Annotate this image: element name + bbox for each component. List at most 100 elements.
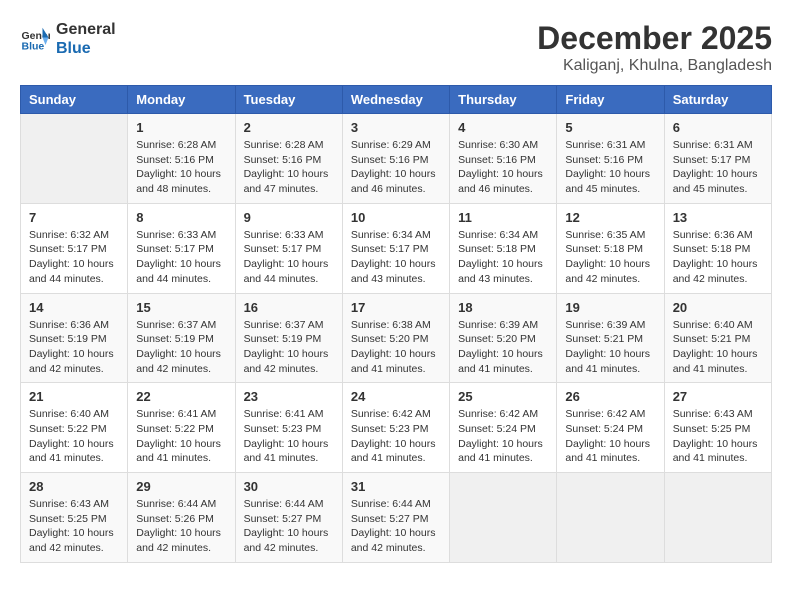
day-info: Sunrise: 6:43 AMSunset: 5:25 PMDaylight:… [29,497,119,556]
header-monday: Monday [128,86,235,114]
day-number: 2 [244,120,334,135]
day-info: Sunrise: 6:34 AMSunset: 5:17 PMDaylight:… [351,228,441,287]
day-info: Sunrise: 6:29 AMSunset: 5:16 PMDaylight:… [351,138,441,197]
day-cell: 27 Sunrise: 6:43 AMSunset: 5:25 PMDayligh… [664,383,771,473]
day-cell: 2 Sunrise: 6:28 AMSunset: 5:16 PMDaylight… [235,114,342,204]
day-cell: 1 Sunrise: 6:28 AMSunset: 5:16 PMDaylight… [128,114,235,204]
header-row: SundayMondayTuesdayWednesdayThursdayFrid… [21,86,772,114]
day-number: 6 [673,120,763,135]
day-info: Sunrise: 6:37 AMSunset: 5:19 PMDaylight:… [244,318,334,377]
day-number: 12 [565,210,655,225]
day-cell: 13Sunrise: 6:36 AMSunset: 5:18 PMDayligh… [664,203,771,293]
day-info: Sunrise: 6:39 AMSunset: 5:20 PMDaylight:… [458,318,548,377]
day-info: Sunrise: 6:28 AMSunset: 5:16 PMDaylight:… [244,138,334,197]
day-info: Sunrise: 6:42 AMSunset: 5:23 PMDaylight:… [351,407,441,466]
location-title: Kaliganj, Khulna, Bangladesh [537,57,772,75]
day-cell [664,473,771,563]
day-number: 10 [351,210,441,225]
day-number: 7 [29,210,119,225]
calendar-header: SundayMondayTuesdayWednesdayThursdayFrid… [21,86,772,114]
day-cell: 11 Sunrise: 6:34 AMSunset: 5:18 PMDayligh… [450,203,557,293]
day-cell: 9Sunrise: 6:33 AMSunset: 5:17 PMDaylight… [235,203,342,293]
day-number: 14 [29,300,119,315]
day-info: Sunrise: 6:35 AMSunset: 5:18 PMDaylight:… [565,228,655,287]
day-cell: 19 Sunrise: 6:39 AMSunset: 5:21 PMDayligh… [557,293,664,383]
day-number: 8 [136,210,226,225]
logo: General Blue General Blue [20,20,116,58]
week-row-3: 14 Sunrise: 6:36 AMSunset: 5:19 PMDayligh… [21,293,772,383]
day-number: 20 [673,300,763,315]
day-cell: 30Sunrise: 6:44 AMSunset: 5:27 PMDayligh… [235,473,342,563]
day-info: Sunrise: 6:31 AMSunset: 5:16 PMDaylight:… [565,138,655,197]
day-number: 13 [673,210,763,225]
day-number: 29 [136,479,226,494]
day-cell: 28Sunrise: 6:43 AMSunset: 5:25 PMDayligh… [21,473,128,563]
day-info: Sunrise: 6:32 AMSunset: 5:17 PMDaylight:… [29,228,119,287]
day-cell: 6 Sunrise: 6:31 AMSunset: 5:17 PMDaylight… [664,114,771,204]
day-info: Sunrise: 6:44 AMSunset: 5:27 PMDaylight:… [244,497,334,556]
day-info: Sunrise: 6:39 AMSunset: 5:21 PMDaylight:… [565,318,655,377]
day-number: 1 [136,120,226,135]
day-info: Sunrise: 6:44 AMSunset: 5:27 PMDaylight:… [351,497,441,556]
day-cell [21,114,128,204]
header-wednesday: Wednesday [342,86,449,114]
day-number: 22 [136,389,226,404]
logo-icon: General Blue [20,24,50,54]
day-cell: 5Sunrise: 6:31 AMSunset: 5:16 PMDaylight… [557,114,664,204]
day-number: 21 [29,389,119,404]
day-number: 27 [673,389,763,404]
day-number: 4 [458,120,548,135]
day-number: 15 [136,300,226,315]
header-friday: Friday [557,86,664,114]
day-info: Sunrise: 6:28 AMSunset: 5:16 PMDaylight:… [136,138,226,197]
day-info: Sunrise: 6:31 AMSunset: 5:17 PMDaylight:… [673,138,763,197]
day-cell: 24 Sunrise: 6:42 AMSunset: 5:23 PMDayligh… [342,383,449,473]
calendar-table: SundayMondayTuesdayWednesdayThursdayFrid… [20,85,772,563]
day-info: Sunrise: 6:40 AMSunset: 5:22 PMDaylight:… [29,407,119,466]
day-info: Sunrise: 6:36 AMSunset: 5:19 PMDaylight:… [29,318,119,377]
day-number: 24 [351,389,441,404]
day-cell: 26Sunrise: 6:42 AMSunset: 5:24 PMDayligh… [557,383,664,473]
day-cell: 23 Sunrise: 6:41 AMSunset: 5:23 PMDayligh… [235,383,342,473]
day-number: 17 [351,300,441,315]
day-cell: 18 Sunrise: 6:39 AMSunset: 5:20 PMDayligh… [450,293,557,383]
day-number: 25 [458,389,548,404]
day-number: 23 [244,389,334,404]
day-cell: 29 Sunrise: 6:44 AMSunset: 5:26 PMDayligh… [128,473,235,563]
day-cell: 21 Sunrise: 6:40 AMSunset: 5:22 PMDayligh… [21,383,128,473]
day-cell: 7 Sunrise: 6:32 AMSunset: 5:17 PMDaylight… [21,203,128,293]
day-cell: 14 Sunrise: 6:36 AMSunset: 5:19 PMDayligh… [21,293,128,383]
day-cell: 3Sunrise: 6:29 AMSunset: 5:16 PMDaylight… [342,114,449,204]
day-info: Sunrise: 6:41 AMSunset: 5:23 PMDaylight:… [244,407,334,466]
month-title: December 2025 [537,20,772,57]
day-cell: 15Sunrise: 6:37 AMSunset: 5:19 PMDayligh… [128,293,235,383]
day-number: 19 [565,300,655,315]
day-number: 31 [351,479,441,494]
day-cell: 20Sunrise: 6:40 AMSunset: 5:21 PMDayligh… [664,293,771,383]
day-cell: 31 Sunrise: 6:44 AMSunset: 5:27 PMDayligh… [342,473,449,563]
day-number: 11 [458,210,548,225]
day-cell [557,473,664,563]
day-info: Sunrise: 6:44 AMSunset: 5:26 PMDaylight:… [136,497,226,556]
day-cell: 17Sunrise: 6:38 AMSunset: 5:20 PMDayligh… [342,293,449,383]
day-info: Sunrise: 6:42 AMSunset: 5:24 PMDaylight:… [565,407,655,466]
day-info: Sunrise: 6:33 AMSunset: 5:17 PMDaylight:… [136,228,226,287]
calendar-body: 1 Sunrise: 6:28 AMSunset: 5:16 PMDaylight… [21,114,772,563]
day-info: Sunrise: 6:42 AMSunset: 5:24 PMDaylight:… [458,407,548,466]
header-sunday: Sunday [21,86,128,114]
page-header: General Blue General Blue December 2025 … [20,20,772,75]
week-row-2: 7 Sunrise: 6:32 AMSunset: 5:17 PMDaylight… [21,203,772,293]
day-cell: 16Sunrise: 6:37 AMSunset: 5:19 PMDayligh… [235,293,342,383]
day-cell: 8 Sunrise: 6:33 AMSunset: 5:17 PMDaylight… [128,203,235,293]
day-info: Sunrise: 6:43 AMSunset: 5:25 PMDaylight:… [673,407,763,466]
day-info: Sunrise: 6:34 AMSunset: 5:18 PMDaylight:… [458,228,548,287]
day-info: Sunrise: 6:30 AMSunset: 5:16 PMDaylight:… [458,138,548,197]
day-info: Sunrise: 6:41 AMSunset: 5:22 PMDaylight:… [136,407,226,466]
day-cell [450,473,557,563]
day-cell: 12 Sunrise: 6:35 AMSunset: 5:18 PMDayligh… [557,203,664,293]
week-row-1: 1 Sunrise: 6:28 AMSunset: 5:16 PMDaylight… [21,114,772,204]
title-area: December 2025 Kaliganj, Khulna, Banglade… [537,20,772,75]
header-saturday: Saturday [664,86,771,114]
logo-general: General [56,20,116,39]
day-number: 18 [458,300,548,315]
